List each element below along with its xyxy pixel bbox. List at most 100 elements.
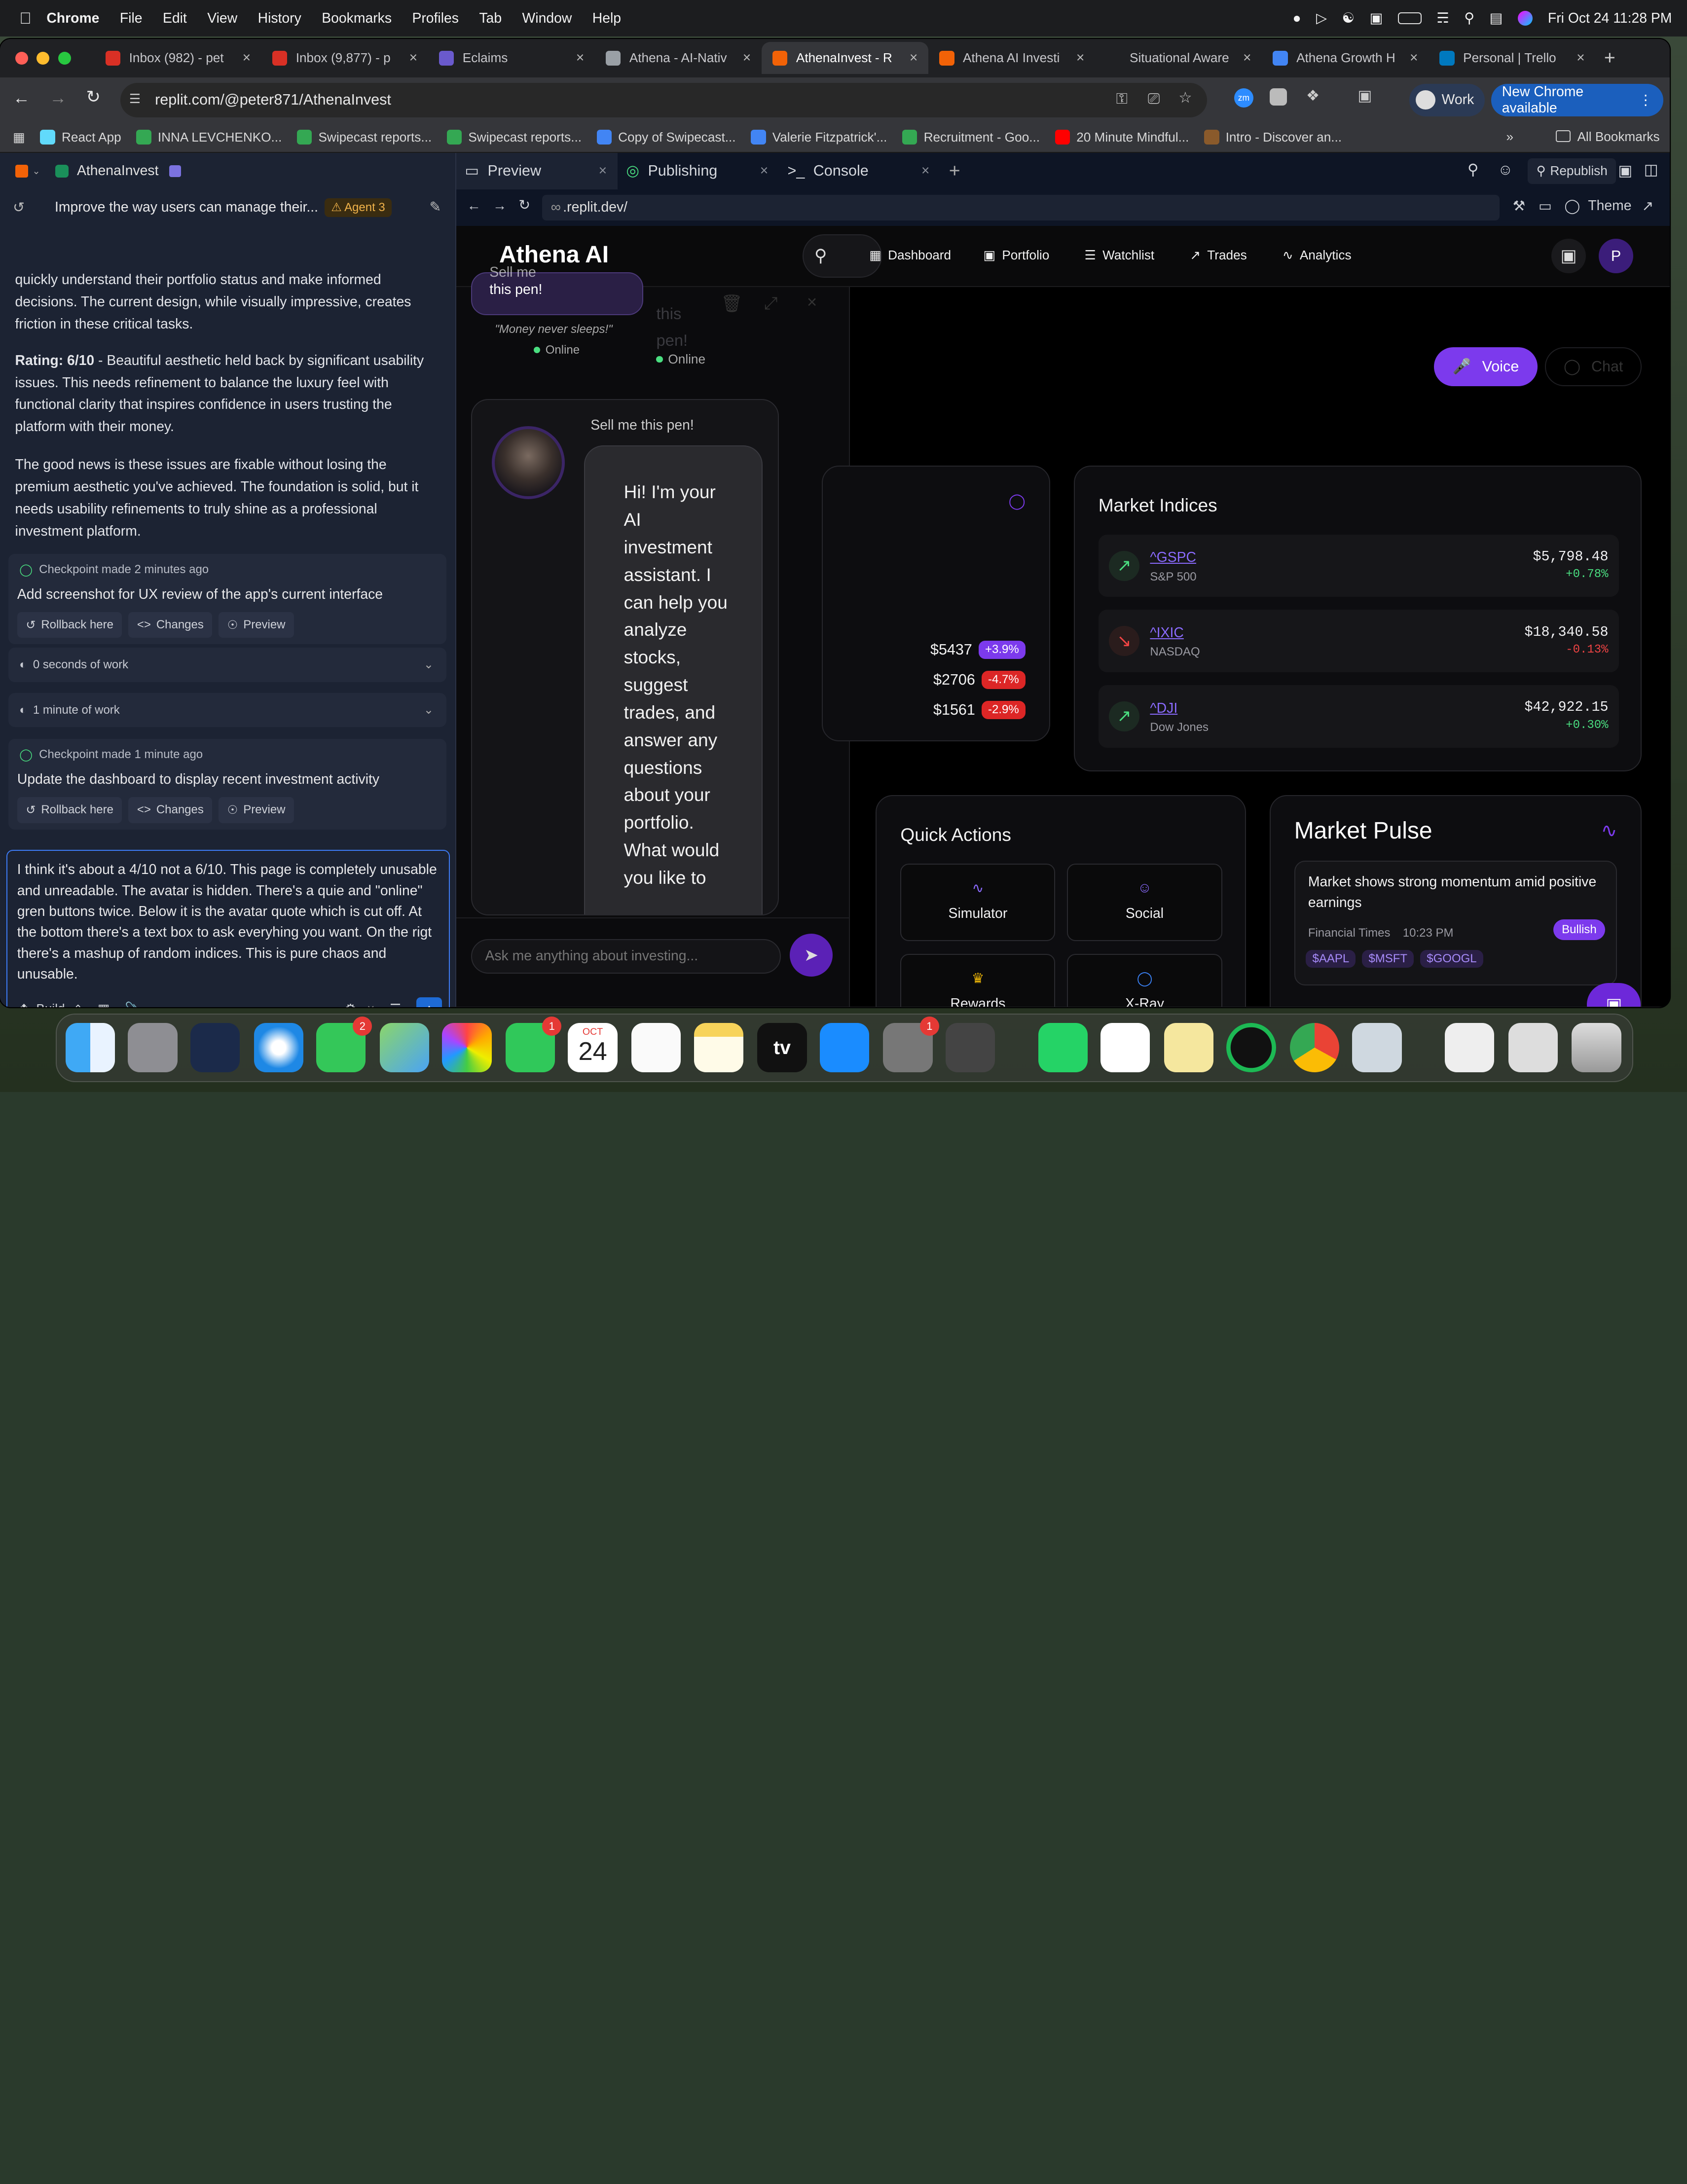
stickies-icon[interactable] bbox=[1164, 1023, 1214, 1073]
mover-row[interactable]: $5437 +3.9% bbox=[853, 635, 1026, 665]
close-icon[interactable]: × bbox=[921, 163, 930, 179]
browser-tab[interactable]: Personal | Trello × bbox=[1429, 42, 1595, 74]
attach-icon[interactable]: 📎 bbox=[125, 1001, 141, 1007]
browser-tab[interactable]: Athena Growth H × bbox=[1262, 42, 1429, 74]
webview-url[interactable]: ∞ .replit.dev/ bbox=[542, 194, 1500, 221]
document-icon[interactable] bbox=[1445, 1023, 1495, 1073]
close-tab-icon[interactable]: × bbox=[1076, 50, 1085, 66]
menu-profiles[interactable]: Profiles bbox=[412, 10, 459, 27]
forward-icon[interactable]: → bbox=[49, 88, 67, 108]
calendar-icon[interactable]: OCT 24 bbox=[568, 1023, 618, 1073]
control-center-icon[interactable]: ▤ bbox=[1490, 10, 1503, 27]
minimize-window-button[interactable] bbox=[37, 51, 50, 65]
ticker-chip[interactable]: $AAPL bbox=[1306, 949, 1356, 968]
new-chat-icon[interactable]: ✎ bbox=[430, 199, 441, 216]
close-icon[interactable]: × bbox=[807, 292, 817, 312]
browser-tab[interactable]: Eclaims × bbox=[428, 42, 595, 74]
nav-portfolio[interactable]: ▣ Portfolio bbox=[984, 248, 1050, 263]
preview-app-icon[interactable] bbox=[1352, 1023, 1402, 1073]
close-tab-icon[interactable]: × bbox=[1243, 50, 1251, 66]
close-icon[interactable]: × bbox=[760, 163, 769, 179]
back-icon[interactable]: ← bbox=[13, 88, 30, 108]
mover-row[interactable]: $2706 -4.7% bbox=[853, 665, 1026, 695]
menu-file[interactable]: File bbox=[120, 10, 143, 27]
close-tab-icon[interactable]: × bbox=[910, 50, 918, 66]
composer-text[interactable]: I think it's about a 4/10 not a 6/10. Th… bbox=[17, 859, 443, 984]
chevron-up-icon[interactable]: ⌃ bbox=[73, 1003, 82, 1007]
brand[interactable]: Athena AI bbox=[499, 241, 609, 268]
maps-icon[interactable] bbox=[379, 1023, 430, 1073]
profile-chip[interactable]: Work bbox=[1409, 84, 1485, 116]
thread-title[interactable]: Improve the way users can manage their..… bbox=[55, 199, 318, 216]
close-tab-icon[interactable]: × bbox=[743, 50, 751, 66]
index-row[interactable]: ↗ ^GSPC S&P 500 $5,798.48 +0.78% bbox=[1098, 534, 1619, 597]
trash-icon[interactable] bbox=[1572, 1023, 1621, 1073]
play-icon[interactable]: ▷ bbox=[1316, 10, 1327, 27]
nav-dashboard[interactable]: ▦ Dashboard bbox=[869, 248, 951, 263]
nav-watchlist[interactable]: ☰ Watchlist bbox=[1085, 248, 1155, 263]
notes-icon[interactable] bbox=[694, 1023, 743, 1073]
accessibility-icon[interactable]: ☯ bbox=[1342, 10, 1355, 27]
menu-help[interactable]: Help bbox=[592, 10, 621, 27]
all-bookmarks[interactable]: All Bookmarks bbox=[1577, 129, 1659, 145]
deploy-status-icon[interactable]: ▣ bbox=[1618, 162, 1632, 180]
photos-icon[interactable] bbox=[442, 1023, 492, 1073]
rollback-button[interactable]: ↺ Rollback here bbox=[17, 797, 122, 823]
changes-button[interactable]: <> Changes bbox=[128, 797, 213, 823]
close-tab-icon[interactable]: × bbox=[1577, 50, 1585, 66]
bookmark-star-icon[interactable]: ☆ bbox=[1178, 89, 1192, 107]
floating-action-button[interactable]: ▣ bbox=[1587, 983, 1641, 1007]
spotify-icon[interactable] bbox=[1226, 1023, 1276, 1073]
browser-tab[interactable]: Athena AI Investi × bbox=[928, 42, 1095, 74]
nav-analytics[interactable]: ∿ Analytics bbox=[1283, 248, 1352, 263]
expand-icon[interactable]: ⤢ bbox=[764, 293, 778, 313]
launchpad-icon[interactable] bbox=[128, 1023, 178, 1073]
bookmark-item[interactable]: 20 Minute Mindful... bbox=[1055, 130, 1189, 145]
apple-icon[interactable]:  bbox=[19, 9, 32, 28]
address-bar[interactable]: ☰ replit.com/@peter871/AthenaInvest ⚿ ⎚ … bbox=[120, 82, 1208, 117]
close-tab-icon[interactable]: × bbox=[409, 50, 418, 66]
reload-icon[interactable]: ↻ bbox=[86, 87, 100, 107]
sidebar-toggle-icon[interactable]: ◫ bbox=[1644, 161, 1658, 179]
menu-view[interactable]: View bbox=[207, 10, 237, 27]
apps-grid-icon[interactable]: ▦ bbox=[13, 130, 25, 145]
system-settings-icon[interactable]: 1 bbox=[883, 1016, 939, 1073]
xray-button[interactable]: ◯ X-Ray bbox=[1067, 954, 1222, 1007]
screenshot-icon[interactable] bbox=[1508, 1023, 1558, 1073]
key-icon[interactable]: ⚿ bbox=[1116, 90, 1128, 108]
select-element-icon[interactable]: ▦ bbox=[98, 1001, 110, 1007]
ticker-chip[interactable]: $GOOGL bbox=[1420, 949, 1483, 968]
menu-window[interactable]: Window bbox=[522, 10, 572, 27]
close-window-button[interactable] bbox=[15, 51, 28, 65]
close-tab-icon[interactable]: × bbox=[243, 50, 251, 66]
zoom-window-button[interactable] bbox=[58, 51, 71, 65]
new-tab-button[interactable]: + bbox=[1604, 47, 1615, 69]
chat-input[interactable] bbox=[471, 939, 781, 974]
bookmarks-overflow-icon[interactable]: » bbox=[1506, 129, 1514, 145]
bookmark-item[interactable]: Valerie Fitzpatrick'... bbox=[751, 130, 887, 145]
browser-tab[interactable]: Inbox (982) - pet × bbox=[95, 42, 261, 74]
chat-button[interactable]: ◯ Chat bbox=[1545, 347, 1642, 386]
facetime-icon[interactable]: 1 bbox=[505, 1016, 562, 1073]
spotlight-icon[interactable]: ⚲ bbox=[1464, 10, 1474, 27]
reminders-icon[interactable] bbox=[631, 1023, 681, 1073]
iphone-mirroring-icon[interactable] bbox=[945, 1023, 995, 1073]
status-icon[interactable]: ● bbox=[1293, 10, 1301, 27]
browser-tab[interactable]: Athena - AI-Nativ × bbox=[595, 42, 762, 74]
siri-icon[interactable] bbox=[1517, 10, 1533, 26]
clock[interactable]: Fri Oct 24 11:28 PM bbox=[1548, 10, 1672, 27]
whatsapp-icon[interactable] bbox=[1038, 1023, 1088, 1073]
theme-label[interactable]: Theme bbox=[1588, 198, 1631, 214]
close-tab-icon[interactable]: × bbox=[1410, 50, 1418, 66]
install-icon[interactable]: ⎚ bbox=[1148, 90, 1160, 108]
menu-tab[interactable]: Tab bbox=[479, 10, 502, 27]
menu-bookmarks[interactable]: Bookmarks bbox=[322, 10, 392, 27]
battery-icon[interactable] bbox=[1397, 12, 1422, 25]
news-item[interactable]: Market shows strong momentum amid positi… bbox=[1294, 860, 1617, 985]
update-chip[interactable]: New Chrome available ⋮ bbox=[1491, 84, 1663, 116]
browser-tab[interactable]: Inbox (9,877) - p × bbox=[261, 42, 428, 74]
bookmark-item[interactable]: Swipecast reports... bbox=[296, 130, 432, 145]
republish-button[interactable]: ⚲ Republish bbox=[1528, 158, 1616, 184]
back-icon[interactable]: ← bbox=[467, 198, 481, 214]
close-icon[interactable]: × bbox=[599, 163, 607, 179]
